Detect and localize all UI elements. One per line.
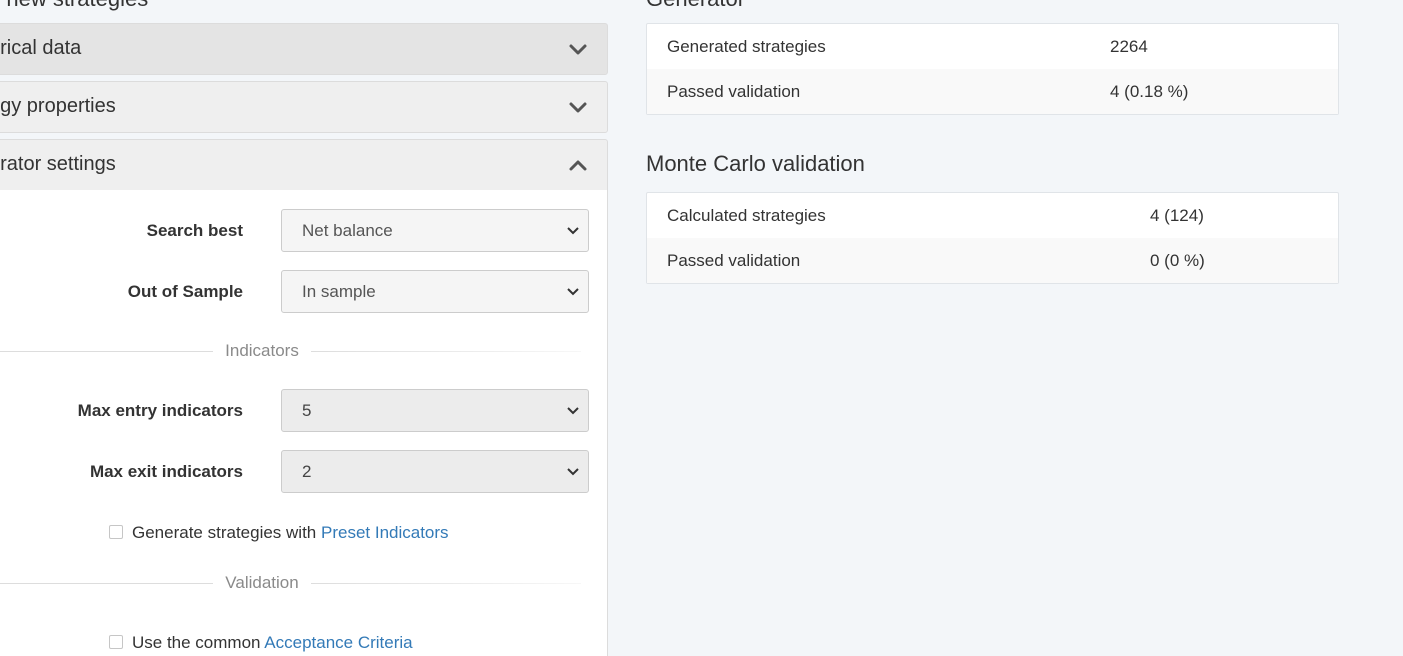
section-title-generator: Generator [646, 0, 745, 12]
divider-line [311, 351, 581, 352]
accordion-historical-data[interactable]: orical data [0, 23, 608, 75]
select-value: In sample [302, 282, 376, 301]
stats-value: 4 (124) [1150, 206, 1204, 225]
divider-line [0, 351, 213, 352]
out-of-sample-label: Out of Sample [127, 282, 243, 301]
generator-stats-panel: Generated strategies 2264 Passed validat… [646, 23, 1339, 115]
caret-down-icon [567, 468, 579, 476]
monte-carlo-stats-panel: Calculated strategies 4 (124) Passed val… [646, 192, 1339, 284]
divider-line [0, 583, 213, 584]
search-best-select[interactable]: Net balance [281, 209, 589, 252]
divider-label: Indicators [225, 341, 299, 360]
stats-key: Passed validation [667, 82, 801, 101]
out-of-sample-row: Out of Sample In sample [0, 270, 591, 314]
stats-key: Generated strategies [667, 37, 826, 56]
caret-down-icon [567, 227, 579, 235]
max-exit-label: Max exit indicators [89, 462, 243, 481]
search-best-row: Search best Net balance [0, 209, 591, 253]
select-value: 2 [302, 462, 312, 481]
divider-line [311, 583, 581, 584]
indicators-divider: Indicators [0, 341, 591, 361]
chevron-down-icon [569, 44, 587, 55]
caret-down-icon [567, 288, 579, 296]
preset-indicators-text: Generate strategies with [132, 523, 321, 542]
preset-indicators-checkbox[interactable] [109, 525, 123, 539]
select-value: Net balance [302, 221, 393, 240]
acceptance-criteria-text: Use the common [132, 633, 265, 652]
chevron-up-icon [569, 160, 587, 171]
stats-value: 4 (0.18 %) [1110, 82, 1189, 101]
divider-label: Validation [225, 573, 299, 592]
validation-divider: Validation [0, 573, 591, 593]
max-exit-select[interactable]: 2 [281, 450, 589, 493]
max-exit-row: Max exit indicators 2 [0, 450, 591, 494]
stats-row: Passed validation 4 (0.18 %) [647, 69, 1338, 114]
generator-settings-body: Search best Net balance Out of Sample In… [0, 190, 608, 656]
stats-key: Calculated strategies [667, 206, 826, 225]
acceptance-criteria-option: Use the common Acceptance Criteria [109, 633, 413, 653]
stats-key: Passed validation [667, 251, 801, 270]
accordion-label: orical data [0, 37, 82, 59]
acceptance-criteria-checkbox[interactable] [109, 635, 123, 649]
stats-row: Passed validation 0 (0 %) [647, 238, 1338, 283]
out-of-sample-select[interactable]: In sample [281, 270, 589, 313]
monte-carlo-title: Monte Carlo validation [646, 151, 865, 176]
max-entry-label: Max entry indicators [77, 401, 243, 420]
accordion-generator-settings[interactable]: erator settings [0, 139, 608, 191]
select-value: 5 [302, 401, 312, 420]
accordion-label: egy properties [0, 95, 116, 117]
max-entry-select[interactable]: 5 [281, 389, 589, 432]
stats-value: 0 (0 %) [1150, 251, 1205, 270]
chevron-down-icon [569, 102, 587, 113]
caret-down-icon [567, 407, 579, 415]
preset-indicators-link[interactable]: Preset Indicators [321, 523, 449, 542]
max-entry-row: Max entry indicators 5 [0, 389, 591, 433]
accordion-strategy-properties[interactable]: egy properties [0, 81, 608, 133]
accordion-label: erator settings [0, 153, 116, 175]
stats-row: Calculated strategies 4 (124) [647, 193, 1338, 238]
acceptance-criteria-link[interactable]: Acceptance Criteria [264, 633, 412, 652]
preset-indicators-option: Generate strategies with Preset Indicato… [109, 523, 449, 543]
generator-settings-column: orical data egy properties erator settin… [0, 0, 608, 656]
stats-row: Generated strategies 2264 [647, 24, 1338, 69]
stats-value: 2264 [1110, 37, 1148, 56]
search-best-label: Search best [146, 221, 243, 240]
